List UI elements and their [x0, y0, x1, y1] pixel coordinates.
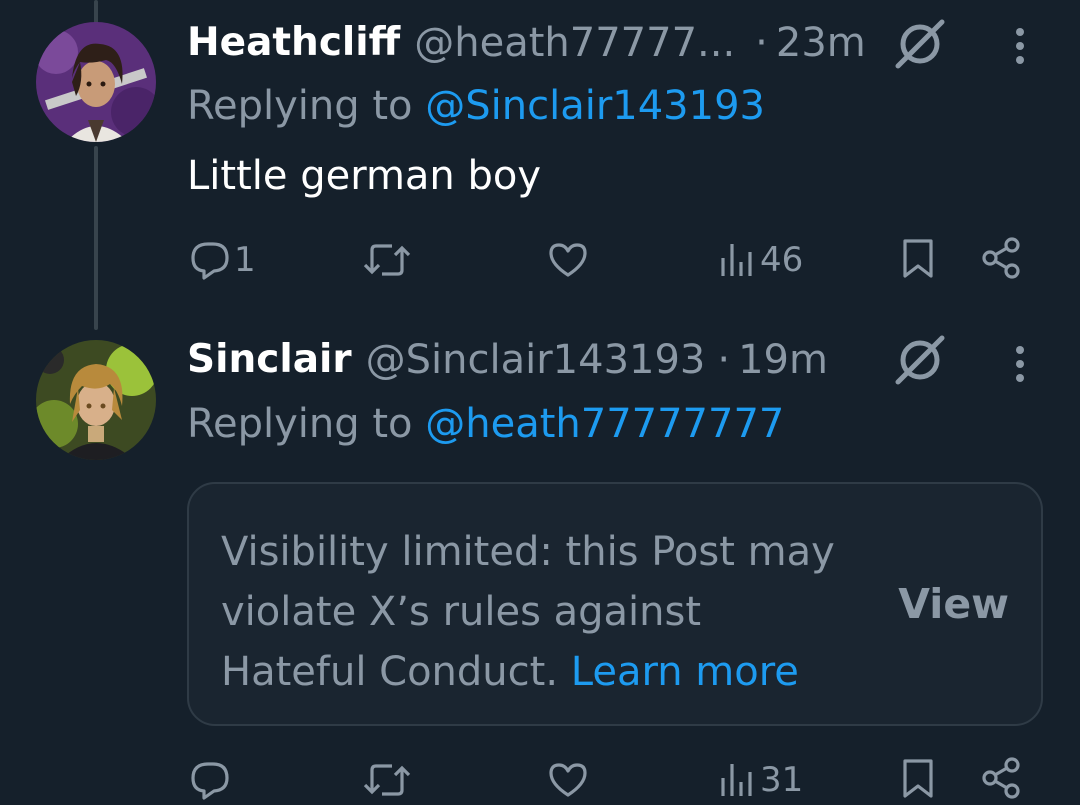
notice-text: Visibility limited: this Post may violat… [221, 522, 841, 702]
like-icon [546, 758, 590, 802]
replying-prefix: Replying to [187, 83, 426, 129]
user-handle[interactable]: @Sinclair143193 [366, 334, 706, 386]
share-button[interactable] [980, 236, 1024, 280]
like-button[interactable] [546, 238, 592, 282]
visibility-limited-notice: Visibility limited: this Post may violat… [187, 482, 1043, 726]
display-name[interactable]: Sinclair [187, 334, 352, 386]
replying-prefix: Replying to [187, 401, 426, 447]
views-button[interactable]: 46 [718, 238, 803, 282]
thread-line-connector [94, 146, 98, 330]
avatar-sinclair[interactable] [36, 340, 156, 460]
repost-icon [362, 758, 412, 802]
grok-icon[interactable] [892, 332, 948, 388]
tweet-header: Heathcliff @heath77777... · 23m [187, 17, 866, 69]
share-icon [980, 236, 1024, 280]
grok-icon[interactable] [892, 16, 948, 72]
bookmark-button[interactable] [898, 236, 938, 282]
repost-icon [362, 238, 412, 282]
replying-to: Replying to @heath77777777 [187, 398, 784, 450]
reply-icon [188, 758, 232, 802]
bookmark-button[interactable] [898, 756, 938, 802]
views-icon [718, 758, 758, 802]
repost-button[interactable] [362, 758, 414, 802]
user-handle[interactable]: @heath77777... [414, 17, 735, 69]
bookmark-icon [898, 756, 938, 802]
like-button[interactable] [546, 758, 592, 802]
share-icon [980, 756, 1024, 800]
mention-link[interactable]: @Sinclair143193 [425, 83, 765, 129]
reply-button[interactable] [188, 758, 234, 802]
post-text: Little german boy [187, 153, 542, 199]
more-options-icon[interactable] [1008, 22, 1032, 70]
timestamp[interactable]: 19m [738, 334, 828, 386]
views-button[interactable]: 31 [718, 758, 803, 802]
bookmark-icon [898, 236, 938, 282]
views-count: 31 [760, 760, 804, 800]
separator-dot: · [717, 337, 731, 383]
learn-more-link[interactable]: Learn more [571, 649, 799, 695]
display-name[interactable]: Heathcliff [187, 17, 400, 69]
repost-button[interactable] [362, 238, 414, 282]
reply-icon [188, 238, 232, 282]
views-count: 46 [760, 240, 804, 280]
tweet-header: Sinclair @Sinclair143193 · 19m [187, 334, 828, 386]
reply-count: 1 [234, 240, 256, 280]
like-icon [546, 238, 590, 282]
avatar-heathcliff[interactable] [36, 22, 156, 142]
more-options-icon[interactable] [1008, 340, 1032, 388]
separator-dot: · [755, 20, 768, 66]
reply-button[interactable]: 1 [188, 238, 256, 282]
timestamp[interactable]: 23m [776, 17, 866, 69]
views-icon [718, 238, 758, 282]
view-button[interactable]: View [898, 580, 1009, 628]
replying-to: Replying to @Sinclair143193 [187, 80, 765, 132]
share-button[interactable] [980, 756, 1024, 800]
mention-link[interactable]: @heath77777777 [425, 401, 784, 447]
